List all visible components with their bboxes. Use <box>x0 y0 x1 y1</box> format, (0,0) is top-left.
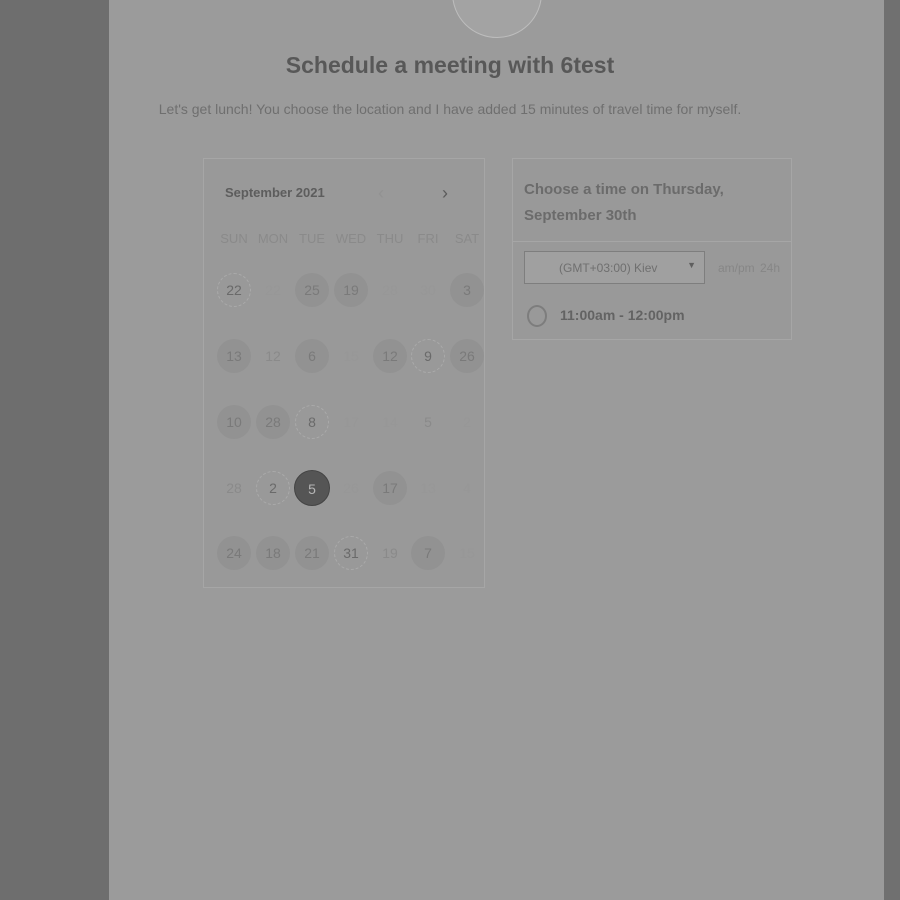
calendar-day[interactable]: 19 <box>334 273 368 307</box>
calendar-card: September 2021 ‹ › SUN MON TUE WED THU FRI SAT… <box>203 158 485 588</box>
calendar-day: 2 <box>463 414 471 430</box>
calendar-day[interactable]: 21 <box>295 536 329 570</box>
chevron-left-icon[interactable]: ‹ <box>369 181 393 205</box>
calendar-day: 15 <box>459 545 475 561</box>
format-ampm-toggle[interactable]: am/pm <box>718 261 755 275</box>
page-subtitle: Let's get lunch! You choose the location… <box>158 101 742 117</box>
calendar-day[interactable]: 18 <box>256 536 290 570</box>
calendar-day: 13 <box>420 480 436 496</box>
calendar-day[interactable]: 26 <box>450 339 484 373</box>
caret-down-icon: ▼ <box>687 260 696 270</box>
calendar-day[interactable]: 8 <box>295 405 329 439</box>
calendar-day: 22 <box>265 282 281 298</box>
calendar-day[interactable]: 3 <box>450 273 484 307</box>
calendar-day: 30 <box>420 282 436 298</box>
calendar-day[interactable]: 7 <box>411 536 445 570</box>
weekday-header: SUN MON TUE WED THU FRI SAT <box>204 231 486 247</box>
month-label: September 2021 <box>225 185 325 200</box>
time-selection-card: Choose a time on Thursday, September 30t… <box>512 158 792 340</box>
calendar-day[interactable]: 17 <box>373 471 407 505</box>
weekday-label: FRI <box>417 231 439 246</box>
weekday-label: SAT <box>454 231 480 246</box>
calendar-day: 28 <box>226 480 242 496</box>
chevron-right-icon[interactable]: › <box>433 181 457 205</box>
format-24h-toggle[interactable]: 24h <box>760 261 780 275</box>
weekday-label: WED <box>335 231 367 246</box>
weekday-label: THU <box>376 231 404 246</box>
calendar-day: 26 <box>343 480 359 496</box>
calendar-day[interactable]: 13 <box>217 339 251 373</box>
calendar-day[interactable]: 24 <box>217 536 251 570</box>
timezone-value: (GMT+03:00) Kiev <box>559 261 658 275</box>
calendar-day[interactable]: 6 <box>295 339 329 373</box>
calendar-day[interactable]: 12 <box>373 339 407 373</box>
calendar-day[interactable]: 2 <box>256 471 290 505</box>
calendar-day-selected[interactable]: 5 <box>294 470 330 506</box>
calendar-day: 4 <box>463 480 471 496</box>
calendar-day[interactable]: 10 <box>217 405 251 439</box>
time-heading: Choose a time on Thursday, September 30t… <box>524 181 724 224</box>
calendar-day[interactable]: 31 <box>334 536 368 570</box>
calendar-day: 12 <box>265 348 281 364</box>
calendar-day: 19 <box>382 545 398 561</box>
time-header: Choose a time on Thursday, September 30t… <box>513 159 791 242</box>
scrollbar-area <box>884 0 900 900</box>
calendar-day[interactable]: 9 <box>411 339 445 373</box>
calendar-day[interactable]: 25 <box>295 273 329 307</box>
calendar-day: 28 <box>382 282 398 298</box>
calendar-day: 15 <box>343 348 359 364</box>
calendar-day[interactable]: 22 <box>217 273 251 307</box>
radio-icon[interactable] <box>527 305 547 327</box>
calendar-day: 5 <box>424 414 432 430</box>
calendar-day[interactable]: 28 <box>256 405 290 439</box>
time-slot-label: 11:00am - 12:00pm <box>560 307 685 323</box>
page-title: Schedule a meeting with 6test <box>285 52 615 78</box>
calendar-day: 17 <box>343 414 359 430</box>
timezone-select[interactable]: (GMT+03:00) Kiev ▼ <box>524 251 705 284</box>
weekday-label: TUE <box>299 231 325 246</box>
weekday-label: SUN <box>220 231 248 246</box>
calendar-day: 14 <box>382 414 398 430</box>
weekday-label: MON <box>257 231 289 246</box>
